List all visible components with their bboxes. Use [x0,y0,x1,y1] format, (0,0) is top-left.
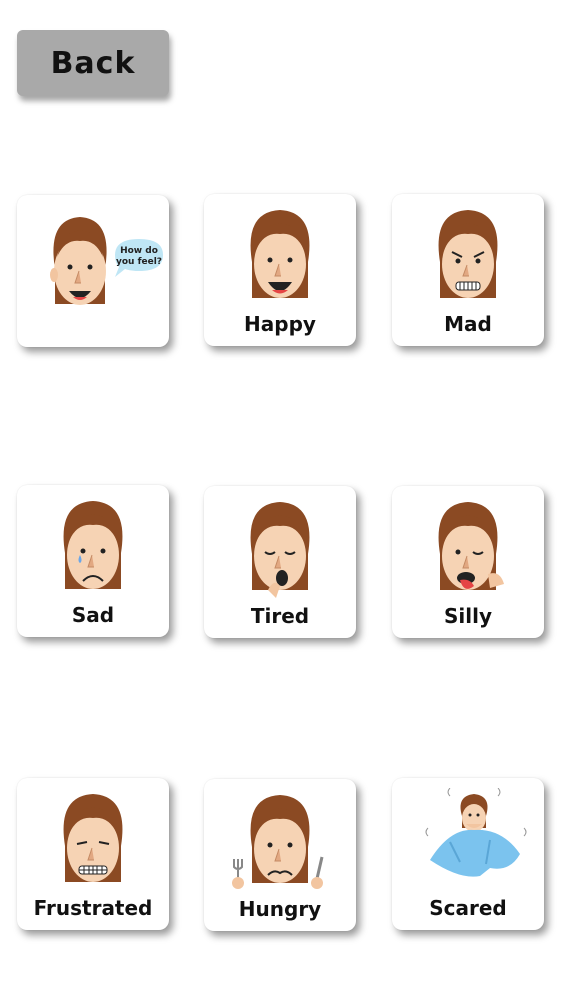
sad-face-icon [63,501,123,589]
emotion-label: Tired [250,604,310,628]
svg-text:you feel?: you feel? [116,257,162,267]
scared-face-icon [425,788,527,877]
back-button-label: Back [50,45,136,81]
silly-face-icon [438,502,504,590]
frustrated-face-icon [63,794,123,882]
emotion-card-mad[interactable]: Mad [392,194,544,346]
emotion-label: Scared [429,896,507,920]
emotion-card-tired[interactable]: Tired [204,486,356,638]
emotion-card-hungry[interactable]: Hungry [204,779,356,931]
emotion-card-sad[interactable]: Sad [17,485,169,637]
emotion-label: Frustrated [33,896,153,920]
emotion-card-happy[interactable]: Happy [204,194,356,346]
emotion-label: Hungry [238,897,322,921]
emotion-label: Mad [444,312,492,336]
mad-face-icon [438,210,498,298]
svg-text:How do: How do [120,246,158,256]
tired-face-icon [250,502,310,598]
emotion-label: Sad [71,603,115,627]
emotion-card-how-do-you-feel[interactable]: How do you feel? [17,195,169,347]
emotion-label: Silly [443,604,492,628]
emotion-card-scared[interactable]: Scared [392,778,544,930]
hungry-face-icon [232,795,324,889]
happy-face-icon [250,210,310,298]
speech-bubble-icon: How do you feel? [115,239,163,277]
back-button[interactable]: Back [17,30,169,96]
emotion-label: Happy [244,312,316,336]
emotion-card-frustrated[interactable]: Frustrated [17,778,169,930]
emotion-card-silly[interactable]: Silly [392,486,544,638]
